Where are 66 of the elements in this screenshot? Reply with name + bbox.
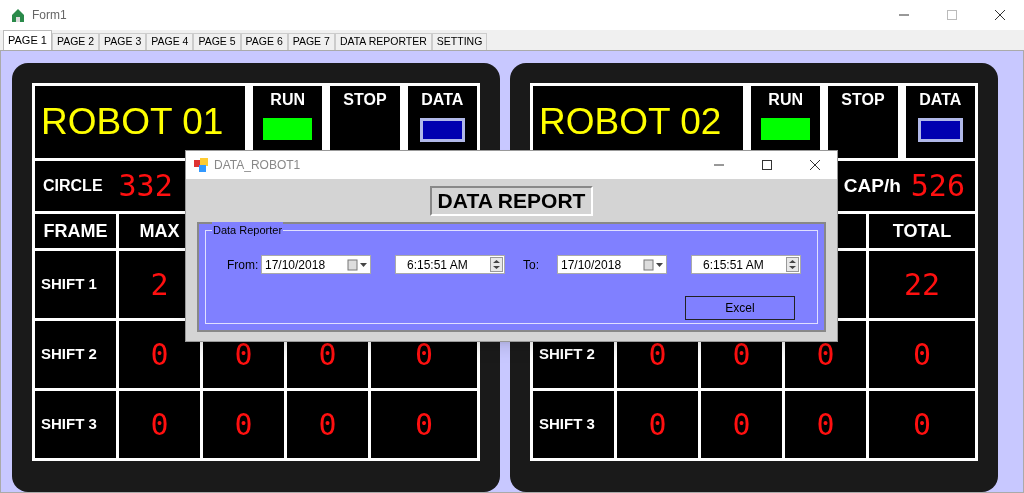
time-field[interactable]: 6:15:51 AM [395,255,505,274]
digital-readout: 526 [910,171,965,201]
maximize-icon[interactable] [761,159,773,171]
calendar-dropdown-icon [643,258,665,271]
indicator-label: RUN [270,90,305,110]
digital-readout: 0 [732,409,751,440]
indicator-label: DATA [421,90,464,110]
app-icon [194,158,208,172]
group-title: Data Reporter [212,222,284,239]
data-button[interactable] [419,118,465,142]
digital-readout: 0 [318,339,337,370]
spinner-icon [786,257,799,272]
dialog-title: DATA_ROBOT1 [214,157,302,174]
spinner-icon [490,257,503,272]
tab[interactable]: PAGE 4 [146,33,194,50]
digital-readout: 0 [150,409,169,440]
digital-readout: 332 [118,171,173,201]
digital-readout: 0 [414,339,434,370]
tab[interactable]: PAGE 3 [99,33,147,50]
shift-cell: SHIFT 1 [35,251,116,318]
tab[interactable]: PAGE 2 [51,33,100,50]
digital-readout: 0 [816,339,835,370]
window-title: Form1 [32,7,68,24]
stat-label: CIRCLE [43,176,103,196]
digital-readout: 0 [318,409,337,440]
app-icon [10,7,26,23]
field-label: To: [523,256,540,274]
time-field[interactable]: 6:15:51 AM [691,255,801,274]
digital-readout: 0 [732,339,751,370]
indicator-label: STOP [343,90,387,110]
tab[interactable]: SETTING [431,33,488,50]
header-cell: TOTAL [869,214,975,248]
digital-readout: 22 [903,269,941,300]
digital-readout: 0 [234,339,253,370]
field-label: From: [227,256,260,274]
close-icon[interactable] [809,159,821,171]
shift-cell: SHIFT 2 [35,321,116,388]
digital-readout: 0 [648,339,667,370]
header-cell: FRAME [35,214,116,248]
digital-readout: 0 [912,409,932,440]
tab[interactable]: DATA REPORTER [334,33,432,50]
digital-readout: 0 [234,409,253,440]
tab[interactable]: PAGE 1 [3,30,52,50]
calendar-dropdown-icon [347,258,369,271]
digital-readout: 0 [414,409,434,440]
data-button[interactable] [917,118,963,142]
digital-readout: 0 [648,409,667,440]
indicator-label: RUN [768,90,803,110]
indicator-label: STOP [841,90,885,110]
close-icon[interactable] [994,9,1006,21]
digital-readout: 0 [912,339,932,370]
excel-button[interactable]: Excel [685,296,795,320]
shift-cell: SHIFT 3 [35,391,116,458]
date-picker[interactable]: 17/10/2018 [557,255,667,274]
tab[interactable]: PAGE 5 [193,33,241,50]
date-picker[interactable]: 17/10/2018 [261,255,371,274]
stat-label: CAP/h [843,173,901,198]
robot-title: ROBOT 01 [35,86,245,158]
shift-cell: SHIFT 3 [533,391,614,458]
digital-readout: 2 [150,269,169,300]
dialog-heading: DATA REPORT [429,186,594,216]
tab[interactable]: PAGE 6 [240,33,288,50]
digital-readout: 0 [150,339,169,370]
indicator-label: DATA [919,90,962,110]
tab[interactable]: PAGE 7 [287,33,335,50]
digital-readout: 0 [816,409,835,440]
